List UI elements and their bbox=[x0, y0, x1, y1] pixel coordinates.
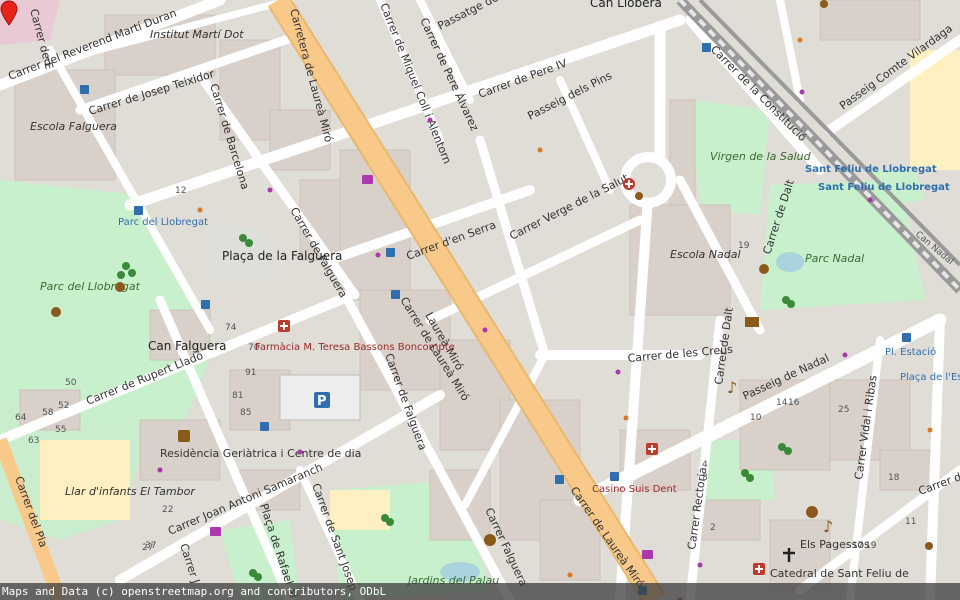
map-attribution: Maps and Data (c) openstreetmap.org and … bbox=[0, 583, 960, 600]
label-casino: Casino Suis Dent bbox=[592, 484, 677, 495]
house-number: 14 bbox=[776, 398, 788, 408]
bus-stop-icon[interactable] bbox=[80, 85, 89, 94]
bus-stop-icon[interactable] bbox=[386, 248, 395, 257]
label-parc-llobregat-2: Parc del Llobregat bbox=[40, 280, 141, 293]
roundabout-center bbox=[630, 162, 666, 198]
label-placa-estacio: Plaça de l'Estació - Passatge Bertrand bbox=[900, 371, 960, 383]
label-catedral: Catedral de Sant Feliu de bbox=[770, 567, 909, 580]
label-virgen-salud: Virgen de la Salud bbox=[710, 150, 812, 163]
label-sant-feliu-2: Sant Feliu de Llobregat bbox=[818, 182, 950, 193]
bus-stop-icon[interactable] bbox=[134, 206, 143, 215]
label-escola-falguera: Escola Falguera bbox=[30, 120, 117, 133]
bus-stop-icon[interactable] bbox=[555, 475, 564, 484]
bus-stop-icon[interactable] bbox=[610, 472, 619, 481]
house-number: 50 bbox=[65, 378, 77, 388]
house-number: 52 bbox=[58, 401, 69, 411]
label-farmacia: Farmàcia M. Teresa Bassons Boncompte bbox=[255, 341, 455, 353]
bus-stop-icon[interactable] bbox=[702, 43, 711, 52]
cafe-icon[interactable] bbox=[925, 542, 933, 550]
house-number: 8 bbox=[702, 473, 708, 483]
playground-icon[interactable] bbox=[115, 282, 125, 292]
house-number: 22 bbox=[162, 505, 173, 515]
theatre-icon[interactable] bbox=[484, 534, 496, 546]
bus-stop-icon[interactable] bbox=[201, 300, 210, 309]
house-number: 91 bbox=[245, 368, 256, 378]
house-number: 12 bbox=[175, 186, 186, 196]
house-number: 10 bbox=[750, 413, 762, 423]
courthouse-icon[interactable] bbox=[745, 317, 759, 327]
label-escola-nadal: Escola Nadal bbox=[670, 248, 741, 261]
cafe-icon[interactable] bbox=[635, 192, 643, 200]
label-institut: Institut Martí Dot bbox=[150, 28, 244, 41]
label-pl-estacio: Pl. Estació bbox=[885, 346, 936, 358]
label-llar-infants: Llar d'infants El Tambor bbox=[65, 485, 196, 498]
label-can-llobera: Can Llobera bbox=[590, 0, 662, 10]
house-number: 85 bbox=[240, 408, 251, 418]
bus-stop-icon[interactable] bbox=[902, 333, 911, 342]
svg-text:♪: ♪ bbox=[823, 517, 833, 536]
map-canvas[interactable]: P Carrer del Reverend Martí Duran Carrer… bbox=[0, 0, 960, 600]
pharmacy-icon[interactable] bbox=[278, 320, 290, 332]
label-sant-feliu-1: Sant Feliu de Llobregat bbox=[805, 164, 937, 175]
hospital-icon[interactable] bbox=[623, 178, 635, 190]
playground-icon[interactable] bbox=[51, 307, 61, 317]
house-number: 2 bbox=[710, 523, 716, 533]
playground-icon[interactable] bbox=[759, 264, 769, 274]
svg-text:♪: ♪ bbox=[727, 378, 737, 397]
house-number: 55 bbox=[55, 425, 66, 435]
house-number: 81 bbox=[232, 391, 243, 401]
house-number: 16 bbox=[788, 398, 800, 408]
house-number: 4 bbox=[702, 460, 708, 470]
label-residencia: Residència Geriàtrica i Centre de dia bbox=[160, 447, 361, 460]
map-view[interactable]: P Carrer del Reverend Martí Duran Carrer… bbox=[0, 0, 960, 600]
social-facility-icon[interactable] bbox=[178, 430, 190, 442]
location-marker-icon[interactable] bbox=[0, 0, 18, 26]
label-can-falguera: Can Falguera bbox=[148, 339, 227, 353]
house-number: 64 bbox=[15, 413, 27, 423]
house-number: 70 bbox=[248, 343, 260, 353]
house-number: 37 bbox=[145, 541, 156, 551]
shop-icon[interactable] bbox=[362, 175, 373, 184]
label-placa-falguera: Plaça de la Falguera bbox=[222, 249, 342, 263]
house-number: 63 bbox=[28, 436, 39, 446]
cafe-icon[interactable] bbox=[820, 0, 828, 8]
house-number: 25 bbox=[838, 405, 849, 415]
label-parc-llobregat: Parc del Llobregat bbox=[118, 217, 208, 228]
pharmacy-icon[interactable] bbox=[646, 443, 658, 455]
house-number: 19 bbox=[865, 541, 877, 551]
bus-stop-icon[interactable] bbox=[260, 422, 269, 431]
house-number: 17 bbox=[852, 541, 863, 551]
house-number: 11 bbox=[905, 517, 916, 527]
label-parc-nadal: Parc Nadal bbox=[805, 252, 864, 265]
house-number: 74 bbox=[225, 323, 237, 333]
music-icon[interactable]: ♪ bbox=[823, 517, 833, 536]
bus-stop-icon[interactable] bbox=[391, 290, 400, 299]
parking-letter: P bbox=[317, 394, 327, 409]
theatre-icon[interactable] bbox=[806, 506, 818, 518]
shop-icon[interactable] bbox=[210, 527, 221, 536]
house-number: 18 bbox=[888, 473, 900, 483]
shop-icon[interactable] bbox=[642, 550, 653, 559]
music-icon[interactable]: ♪ bbox=[727, 378, 737, 397]
pharmacy-icon[interactable] bbox=[753, 563, 765, 575]
house-number: 58 bbox=[42, 408, 54, 418]
house-number: 19 bbox=[738, 241, 750, 251]
